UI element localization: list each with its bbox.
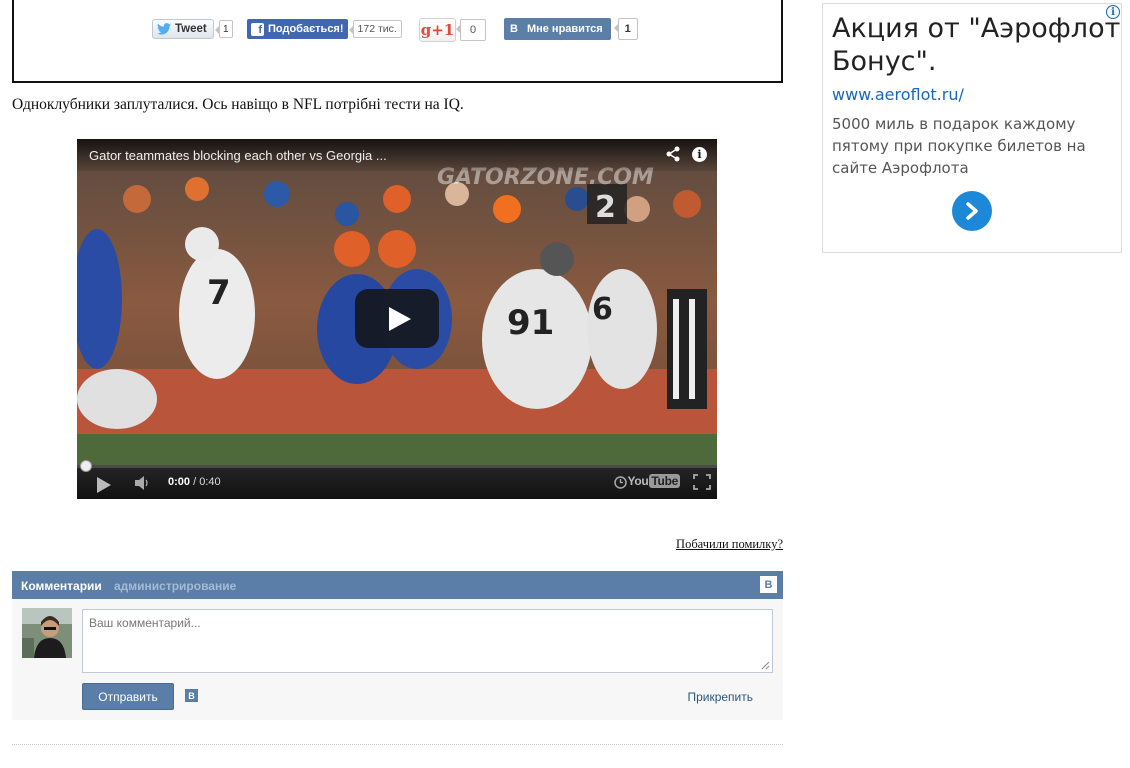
vk-badge-icon[interactable]: B (760, 576, 777, 593)
play-icon (388, 306, 411, 331)
comment-placeholder: Ваш комментарий... (89, 616, 201, 630)
fullscreen-icon[interactable] (693, 474, 711, 490)
youtube-logo-you: You (627, 474, 649, 488)
video-controls: 0:00 / 0:40 You Tube (77, 460, 717, 499)
facebook-like-label: Подобається! (268, 23, 344, 35)
scrubber-handle[interactable] (80, 460, 92, 472)
tweet-button[interactable]: Tweet (152, 19, 214, 39)
gplus-widget: g+1 0 (419, 18, 486, 42)
facebook-like-button[interactable]: f Подобається! (247, 19, 348, 39)
article-text: Одноклубники заплуталися. Ось навіщо в N… (12, 96, 464, 113)
report-error-link[interactable]: Побачили помилку? (676, 537, 783, 552)
scoreboard-number: 2 (595, 190, 616, 225)
vk-like-label: Мне нравится (526, 23, 603, 35)
tweet-label: Tweet (175, 23, 207, 35)
facebook-icon: f (251, 22, 264, 36)
big-play-button[interactable] (355, 289, 439, 348)
vk-post-toggle-icon[interactable]: B (185, 689, 198, 702)
comments-title: Комментарии (21, 579, 102, 593)
tweet-widget: Tweet 1 (152, 19, 233, 39)
play-icon[interactable] (97, 477, 111, 493)
ad-headline[interactable]: Акция от "Аэрофлот Бонус". (832, 12, 1122, 78)
ad-url[interactable]: www.aeroflot.ru/ (832, 85, 964, 104)
ad-arrow-button[interactable] (952, 191, 992, 231)
avatar-image (22, 608, 72, 658)
jersey-number-right: 6 (592, 292, 613, 327)
duration: / 0:40 (193, 476, 221, 488)
comments-admin-link[interactable]: администрирование (114, 579, 236, 593)
twitter-bird-icon (157, 23, 171, 35)
divider (12, 744, 783, 745)
comment-textarea[interactable]: Ваш комментарий... (82, 609, 773, 673)
vk-like-widget: B Мне нравится 1 (504, 18, 638, 40)
info-icon[interactable]: i (692, 147, 707, 162)
video-title[interactable]: Gator teammates blocking each other vs G… (89, 148, 387, 163)
jersey-number-left: 7 (207, 273, 231, 313)
avatar[interactable] (22, 608, 72, 658)
vk-logo-icon: B (510, 23, 518, 35)
youtube-video-player[interactable]: 7 91 6 2 GATORZONE.COM Gator teammates b… (77, 139, 717, 499)
youtube-logo-tube: Tube (649, 474, 680, 488)
share-buttons-row: Tweet 1 f Подобається! 172 тис. g+1 0 B … (14, 18, 781, 42)
attach-link[interactable]: Прикрепить (687, 690, 753, 704)
facebook-like-widget: f Подобається! 172 тис. (247, 19, 402, 39)
vk-like-button[interactable]: B Мне нравится (504, 18, 611, 40)
share-icon[interactable] (665, 146, 681, 162)
time-display: 0:00 / 0:40 (168, 476, 221, 488)
ad-description: 5000 миль в подарок каждому пятому при п… (832, 115, 1086, 177)
facebook-like-count: 172 тис. (348, 20, 402, 38)
ad-banner[interactable]: i Акция от "Аэрофлот Бонус". www.aeroflo… (822, 3, 1122, 253)
progress-bar[interactable] (77, 460, 717, 472)
gplus-count: 0 (456, 19, 486, 41)
video-title-bar: Gator teammates blocking each other vs G… (77, 139, 717, 171)
tweet-count: 1 (214, 20, 233, 38)
comments-header: Комментарии администрирование B (12, 571, 783, 599)
youtube-logo[interactable]: You Tube (628, 474, 680, 488)
vk-like-count: 1 (613, 18, 638, 40)
volume-icon[interactable] (135, 476, 151, 490)
share-box: Tweet 1 f Подобається! 172 тис. g+1 0 B … (12, 0, 783, 83)
resize-handle-icon[interactable] (761, 661, 770, 670)
current-time: 0:00 (168, 476, 191, 488)
clock-icon[interactable] (614, 476, 627, 489)
chevron-right-icon (966, 202, 978, 220)
send-button[interactable]: Отправить (82, 683, 174, 710)
gplus-button[interactable]: g+1 (419, 18, 456, 42)
jersey-number-mid: 91 (507, 303, 554, 343)
vk-comments-widget: Комментарии администрирование B Ваш комм… (12, 571, 783, 720)
